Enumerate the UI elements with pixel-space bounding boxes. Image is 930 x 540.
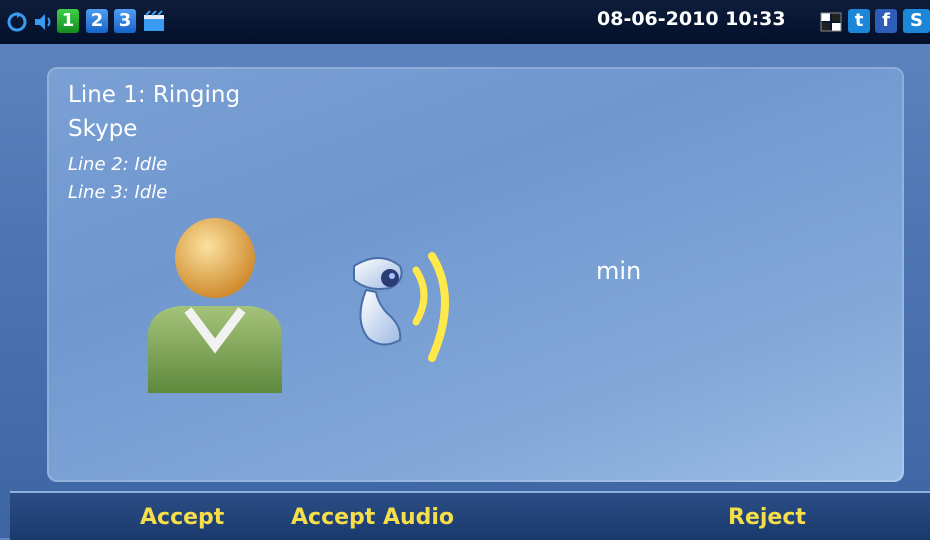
grid-icon[interactable]: [820, 10, 842, 34]
call-duration-unit: min: [596, 257, 642, 285]
datetime-display: 08-06-2010 10:33: [597, 8, 786, 30]
speaker-icon[interactable]: [32, 10, 54, 34]
facebook-tile[interactable]: f: [875, 9, 897, 33]
person-avatar-icon: [148, 218, 282, 393]
board-icon[interactable]: [142, 10, 166, 34]
accept-button[interactable]: Accept: [140, 505, 224, 530]
softkey-bar: Accept Accept Audio Reject: [10, 491, 930, 540]
line-1-status: Line 1: Ringing: [68, 82, 241, 108]
line-3-button[interactable]: 3: [114, 9, 136, 33]
line-2-status: Line 2: Idle: [68, 154, 168, 175]
reject-button[interactable]: Reject: [728, 505, 806, 530]
ringing-camera-icon: [353, 252, 449, 362]
line-3-status: Line 3: Idle: [68, 182, 168, 203]
twitter-tile[interactable]: t: [848, 9, 870, 33]
accept-audio-button[interactable]: Accept Audio: [291, 505, 454, 530]
service-name: Skype: [68, 116, 138, 142]
line-1-button[interactable]: 1: [57, 9, 79, 33]
skype-tile[interactable]: S: [903, 9, 930, 33]
line-2-button[interactable]: 2: [86, 9, 108, 33]
status-bar: 1 2 3 08-06-2010 10:33 t f S: [0, 0, 930, 44]
sync-icon[interactable]: [6, 10, 28, 34]
